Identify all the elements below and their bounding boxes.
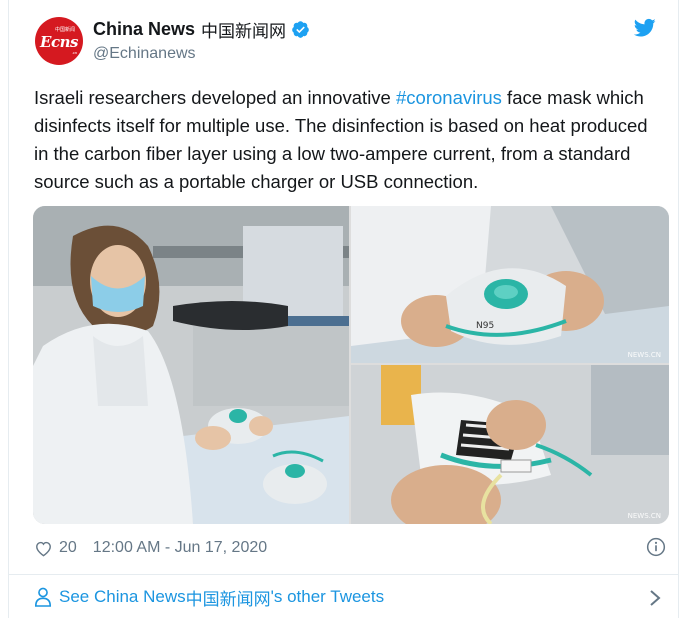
watermark-text: NEWS.CN	[627, 351, 661, 359]
author-handle[interactable]: @Echinanews	[93, 45, 310, 63]
watermark-text-2: NEWS.CN	[627, 512, 661, 520]
tweet-header: 中国新闻 Ecns .cn China News 中国新闻网 @Echinane…	[9, 0, 678, 80]
like-count[interactable]: 20	[59, 539, 77, 557]
person-icon	[34, 587, 52, 607]
author-name: China News	[93, 18, 196, 39]
media-grid: N95 NEWS.CN NEWS.CN	[33, 206, 669, 524]
heart-icon[interactable]	[34, 539, 53, 558]
twitter-bird-icon[interactable]	[634, 18, 656, 38]
tweet-text: Israeli researchers developed an innovat…	[34, 84, 664, 196]
mask-print: N95	[476, 321, 494, 331]
photo-researcher-illustration	[33, 206, 349, 524]
photo-mask-usb[interactable]: NEWS.CN	[351, 365, 669, 524]
see-other-tweets-link[interactable]: See China News 中国新闻网's other Tweets	[34, 585, 385, 610]
author-block[interactable]: China News 中国新闻网 @Echinanews	[93, 17, 310, 63]
hashtag-link[interactable]: #coronavirus	[396, 87, 502, 108]
avatar-suffix: .cn	[71, 50, 77, 55]
chevron-right-icon[interactable]	[648, 588, 662, 608]
see-more-cn: 中国新闻网	[185, 589, 271, 610]
photo-researcher[interactable]	[33, 206, 349, 524]
tweet-card: 中国新闻 Ecns .cn China News 中国新闻网 @Echinane…	[8, 0, 679, 618]
photo-mask-usb-illustration	[351, 365, 669, 524]
avatar-small-text: 中国新闻	[55, 27, 76, 33]
see-more-prefix: See China News	[59, 587, 186, 606]
avatar[interactable]: 中国新闻 Ecns .cn	[35, 17, 83, 65]
tweet-timestamp[interactable]: 12:00 AM - Jun 17, 2020	[93, 539, 267, 557]
photo-mask-hands-illustration: N95	[351, 206, 669, 363]
tweet-text-before: Israeli researchers developed an innovat…	[34, 87, 396, 108]
divider	[9, 574, 678, 575]
author-name-cn: 中国新闻网	[201, 21, 287, 42]
photo-mask-hands[interactable]: N95 NEWS.CN	[351, 206, 669, 363]
tweet-meta: 20 12:00 AM - Jun 17, 2020	[34, 536, 267, 560]
info-icon[interactable]	[646, 537, 666, 557]
see-more-suffix: 's other Tweets	[270, 587, 385, 606]
verified-badge-icon	[292, 20, 309, 38]
avatar-logo-text: Ecns	[40, 33, 78, 51]
author-display-name[interactable]: China News 中国新闻网	[93, 17, 310, 42]
